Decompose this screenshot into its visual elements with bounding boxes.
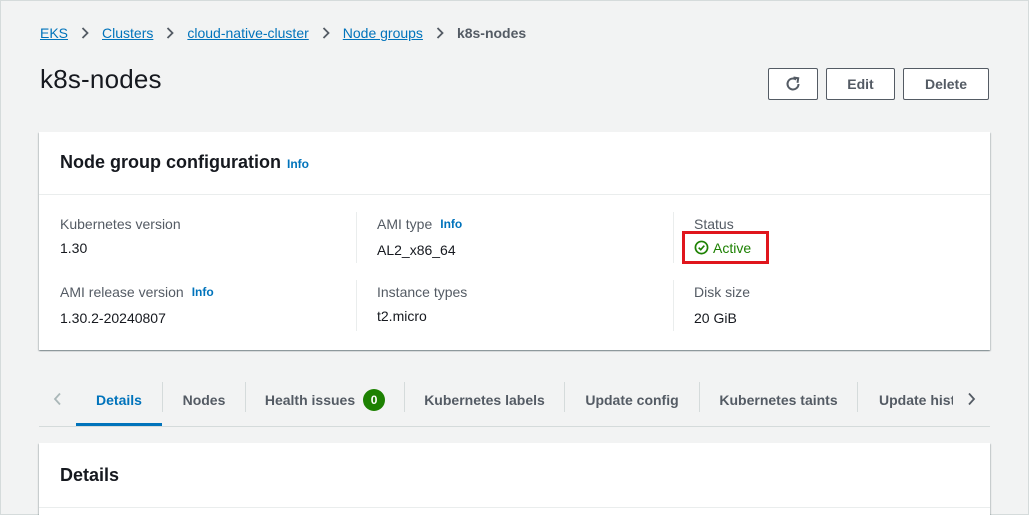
kubernetes-version-field: Kubernetes version 1.30: [60, 216, 181, 256]
status-value: Active: [713, 239, 752, 256]
page-title: k8s-nodes: [40, 64, 162, 94]
panel-header: Node group configuration Info: [39, 132, 990, 195]
breadcrumb-eks[interactable]: EKS: [40, 25, 68, 41]
breadcrumb-clusters[interactable]: Clusters: [102, 25, 153, 41]
refresh-button[interactable]: [768, 68, 818, 100]
status-field: Status: [694, 216, 734, 232]
instance-types-label: Instance types: [377, 284, 468, 300]
chevron-left-icon[interactable]: [47, 389, 67, 409]
config-info-link[interactable]: Info: [287, 157, 309, 171]
ami-release-version-field: AMI release version Info 1.30.2-20240807: [60, 284, 214, 326]
breadcrumb-cluster-name[interactable]: cloud-native-cluster: [187, 25, 308, 41]
disk-size-label: Disk size: [694, 284, 751, 300]
kubernetes-version-label: Kubernetes version: [60, 216, 181, 232]
tab-kubernetes-labels[interactable]: Kubernetes labels: [405, 373, 564, 426]
status-label: Status: [694, 216, 734, 232]
tab-bar: Details Nodes Health issues 0 Kubernetes…: [39, 373, 990, 427]
tab-update-history[interactable]: Update hist: [858, 373, 953, 426]
check-circle-icon: [694, 240, 709, 255]
chevron-right-icon[interactable]: [961, 389, 981, 409]
ami-type-field: AMI type Info AL2_x86_64: [377, 216, 462, 258]
breadcrumb-current: k8s-nodes: [456, 25, 527, 41]
column-divider: [356, 212, 357, 263]
status-highlight-box: Active: [682, 231, 769, 264]
breadcrumb: EKS Clusters cloud-native-cluster Node g…: [40, 23, 526, 43]
chevron-right-icon: [321, 23, 331, 43]
tab-details[interactable]: Details: [76, 373, 162, 426]
disk-size-field: Disk size 20 GiB: [694, 284, 750, 326]
ami-release-version-label: AMI release version: [60, 284, 184, 300]
tab-kubernetes-taints[interactable]: Kubernetes taints: [700, 373, 857, 426]
details-panel: Details: [39, 443, 990, 515]
breadcrumb-node-groups[interactable]: Node groups: [343, 25, 423, 41]
chevron-right-icon: [435, 23, 445, 43]
disk-size-value: 20 GiB: [694, 310, 737, 326]
tab-update-config[interactable]: Update config: [565, 373, 699, 426]
column-divider: [356, 280, 357, 331]
ami-release-version-info-link[interactable]: Info: [192, 285, 214, 299]
details-title: Details: [60, 465, 120, 485]
column-divider: [673, 212, 674, 263]
column-divider: [673, 280, 674, 331]
tab-nodes[interactable]: Nodes: [163, 373, 245, 426]
ami-release-version-value: 1.30.2-20240807: [60, 310, 166, 326]
health-issues-count-badge: 0: [363, 388, 386, 411]
kubernetes-version-value: 1.30: [60, 240, 88, 256]
chevron-right-icon: [80, 23, 90, 43]
refresh-icon: [784, 75, 802, 93]
edit-button[interactable]: Edit: [826, 68, 895, 100]
chevron-right-icon: [165, 23, 175, 43]
ami-type-info-link[interactable]: Info: [440, 217, 462, 231]
tab-health-issues[interactable]: Health issues 0: [246, 373, 404, 426]
instance-types-value: t2.micro: [377, 308, 427, 324]
delete-button[interactable]: Delete: [903, 68, 989, 100]
ami-type-label: AMI type: [377, 216, 433, 232]
ami-type-value: AL2_x86_64: [377, 242, 456, 258]
details-divider: [39, 507, 990, 508]
instance-types-field: Instance types t2.micro: [377, 284, 467, 324]
panel-title: Node group configuration: [60, 152, 281, 172]
node-group-configuration-panel: Node group configuration Info Kubernetes…: [39, 132, 990, 350]
